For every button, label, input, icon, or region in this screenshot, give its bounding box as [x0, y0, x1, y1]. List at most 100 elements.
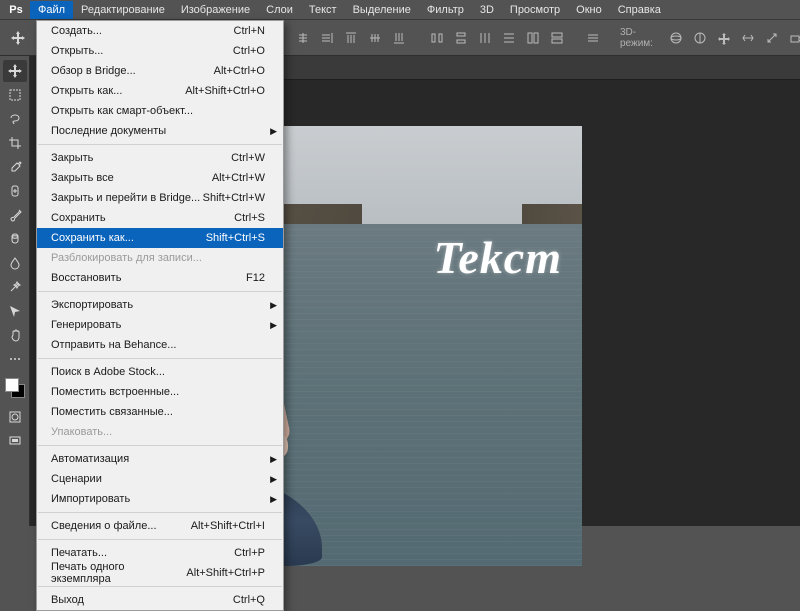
menu-item-автоматизация[interactable]: Автоматизация▶	[37, 449, 283, 469]
menu-item-label: Генерировать	[51, 319, 265, 331]
menu-фильтр[interactable]: Фильтр	[419, 1, 472, 19]
align-hcenter-icon[interactable]	[294, 29, 312, 47]
menu-item-закрыть-и-перейти-в-bridge-[interactable]: Закрыть и перейти в Bridge...Shift+Ctrl+…	[37, 188, 283, 208]
menu-item-label: Открыть как...	[51, 85, 185, 97]
menu-item-импортировать[interactable]: Импортировать ▶	[37, 489, 283, 509]
submenu-arrow-icon: ▶	[270, 126, 277, 137]
orbit-icon[interactable]	[667, 29, 685, 47]
menu-item-shortcut: F12	[246, 272, 265, 284]
menu-item-печатать-[interactable]: Печатать...Ctrl+P	[37, 543, 283, 563]
menu-item-поместить-встроенные-[interactable]: Поместить встроенные...	[37, 382, 283, 402]
crop-tool[interactable]	[3, 132, 27, 154]
menu-редактирование[interactable]: Редактирование	[73, 1, 173, 19]
menu-item-восстановить[interactable]: ВосстановитьF12	[37, 268, 283, 288]
menu-item-label: Сведения о файле...	[51, 520, 191, 532]
menu-item-сведения-о-файле-[interactable]: Сведения о файле...Alt+Shift+Ctrl+I	[37, 516, 283, 536]
submenu-arrow-icon: ▶	[270, 474, 277, 485]
more-icon[interactable]	[586, 29, 600, 47]
path-tool[interactable]	[3, 300, 27, 322]
menu-item-label: Сценарии	[51, 473, 265, 485]
color-swatch[interactable]	[5, 378, 25, 398]
menu-изображение[interactable]: Изображение	[173, 1, 258, 19]
menu-item-label: Импортировать	[51, 493, 265, 505]
menu-item-сохранить-как-[interactable]: Сохранить как...Shift+Ctrl+S	[37, 228, 283, 248]
eyedropper-tool[interactable]	[3, 156, 27, 178]
menu-выделение[interactable]: Выделение	[345, 1, 419, 19]
menu-item-shortcut: Ctrl+P	[234, 547, 265, 559]
quickmask-tool[interactable]	[3, 406, 27, 428]
distribute-3-icon[interactable]	[476, 29, 494, 47]
bucket-tool[interactable]	[3, 228, 27, 250]
distribute-5-icon[interactable]	[524, 29, 542, 47]
brush-tool[interactable]	[3, 204, 27, 226]
menu-item-поместить-связанные-[interactable]: Поместить связанные...	[37, 402, 283, 422]
submenu-arrow-icon: ▶	[270, 454, 277, 465]
submenu-arrow-icon: ▶	[270, 494, 277, 505]
menu-слои[interactable]: Слои	[258, 1, 301, 19]
ellipsis-tool[interactable]	[3, 348, 27, 370]
marquee-tool[interactable]	[3, 84, 27, 106]
align-right-icon[interactable]	[318, 29, 336, 47]
menu-item-создать-[interactable]: Создать...Ctrl+N	[37, 21, 283, 41]
menu-item-сохранить[interactable]: СохранитьCtrl+S	[37, 208, 283, 228]
distribute-6-icon[interactable]	[548, 29, 566, 47]
submenu-arrow-icon: ▶	[270, 300, 277, 311]
menu-item-shortcut: Alt+Ctrl+O	[214, 65, 265, 77]
menu-item-открыть-как-смарт-объект-[interactable]: Открыть как смарт-объект...	[37, 101, 283, 121]
app-logo: Ps	[6, 2, 26, 18]
menu-item-label: Выход	[51, 594, 233, 606]
align-bottom-icon[interactable]	[390, 29, 408, 47]
scale-icon[interactable]	[763, 29, 781, 47]
distribute-h-icon[interactable]	[428, 29, 446, 47]
menu-item-label: Печатать...	[51, 547, 234, 559]
distribute-v-icon[interactable]	[452, 29, 470, 47]
menu-item-label: Восстановить	[51, 272, 246, 284]
menu-item-shortcut: Alt+Ctrl+W	[212, 172, 265, 184]
menu-item-обзор-в-bridge-[interactable]: Обзор в Bridge...Alt+Ctrl+O	[37, 61, 283, 81]
menu-item-label: Поместить связанные...	[51, 406, 265, 418]
menu-item-shortcut: Ctrl+W	[231, 152, 265, 164]
menu-item-shortcut: Ctrl+S	[234, 212, 265, 224]
magic-wand-tool[interactable]	[3, 276, 27, 298]
lasso-tool[interactable]	[3, 108, 27, 130]
slide-icon[interactable]	[739, 29, 757, 47]
text-layer[interactable]: Tekcm	[434, 231, 563, 284]
menu-текст[interactable]: Текст	[301, 1, 345, 19]
menubar: Ps ФайлРедактированиеИзображениеСлоиТекс…	[0, 0, 800, 20]
align-top-icon[interactable]	[342, 29, 360, 47]
menu-3d[interactable]: 3D	[472, 1, 502, 19]
menu-справка[interactable]: Справка	[610, 1, 669, 19]
camera-icon[interactable]	[787, 29, 800, 47]
menu-item-последние-документы[interactable]: Последние документы▶	[37, 121, 283, 141]
menu-файл[interactable]: Файл	[30, 1, 73, 19]
screenmode-tool[interactable]	[3, 430, 27, 452]
align-vcenter-icon[interactable]	[366, 29, 384, 47]
menu-item-открыть-[interactable]: Открыть...Ctrl+O	[37, 41, 283, 61]
healing-tool[interactable]	[3, 180, 27, 202]
menu-item-сценарии[interactable]: Сценарии ▶	[37, 469, 283, 489]
menu-item-label: Обзор в Bridge...	[51, 65, 214, 77]
menu-item-печать-одного-экземпляра[interactable]: Печать одного экземпляраAlt+Shift+Ctrl+P	[37, 563, 283, 583]
distribute-4-icon[interactable]	[500, 29, 518, 47]
menu-item-shortcut: Alt+Shift+Ctrl+I	[191, 520, 265, 532]
menu-item-генерировать[interactable]: Генерировать▶	[37, 315, 283, 335]
menu-просмотр[interactable]: Просмотр	[502, 1, 568, 19]
menu-окно[interactable]: Окно	[568, 1, 610, 19]
menu-item-поиск-в-adobe-stock-[interactable]: Поиск в Adobe Stock...	[37, 362, 283, 382]
move-tool[interactable]	[3, 60, 27, 82]
menu-item-label: Упаковать...	[51, 426, 265, 438]
menu-item-выход[interactable]: ВыходCtrl+Q	[37, 590, 283, 610]
menu-item-label: Печать одного экземпляра	[51, 561, 186, 585]
blur-tool[interactable]	[3, 252, 27, 274]
menu-item-закрыть[interactable]: ЗакрытьCtrl+W	[37, 148, 283, 168]
hand-tool[interactable]	[3, 324, 27, 346]
menu-item-закрыть-все[interactable]: Закрыть всеAlt+Ctrl+W	[37, 168, 283, 188]
menu-item-открыть-как-[interactable]: Открыть как...Alt+Shift+Ctrl+O	[37, 81, 283, 101]
roll-icon[interactable]	[691, 29, 709, 47]
pan-icon[interactable]	[715, 29, 733, 47]
menu-item-label: Сохранить как...	[51, 232, 206, 244]
menu-item-экспортировать[interactable]: Экспортировать▶	[37, 295, 283, 315]
menu-item-shortcut: Ctrl+Q	[233, 594, 265, 606]
logo-text: Ps	[9, 4, 22, 16]
menu-item-отправить-на-behance-[interactable]: Отправить на Behance...	[37, 335, 283, 355]
